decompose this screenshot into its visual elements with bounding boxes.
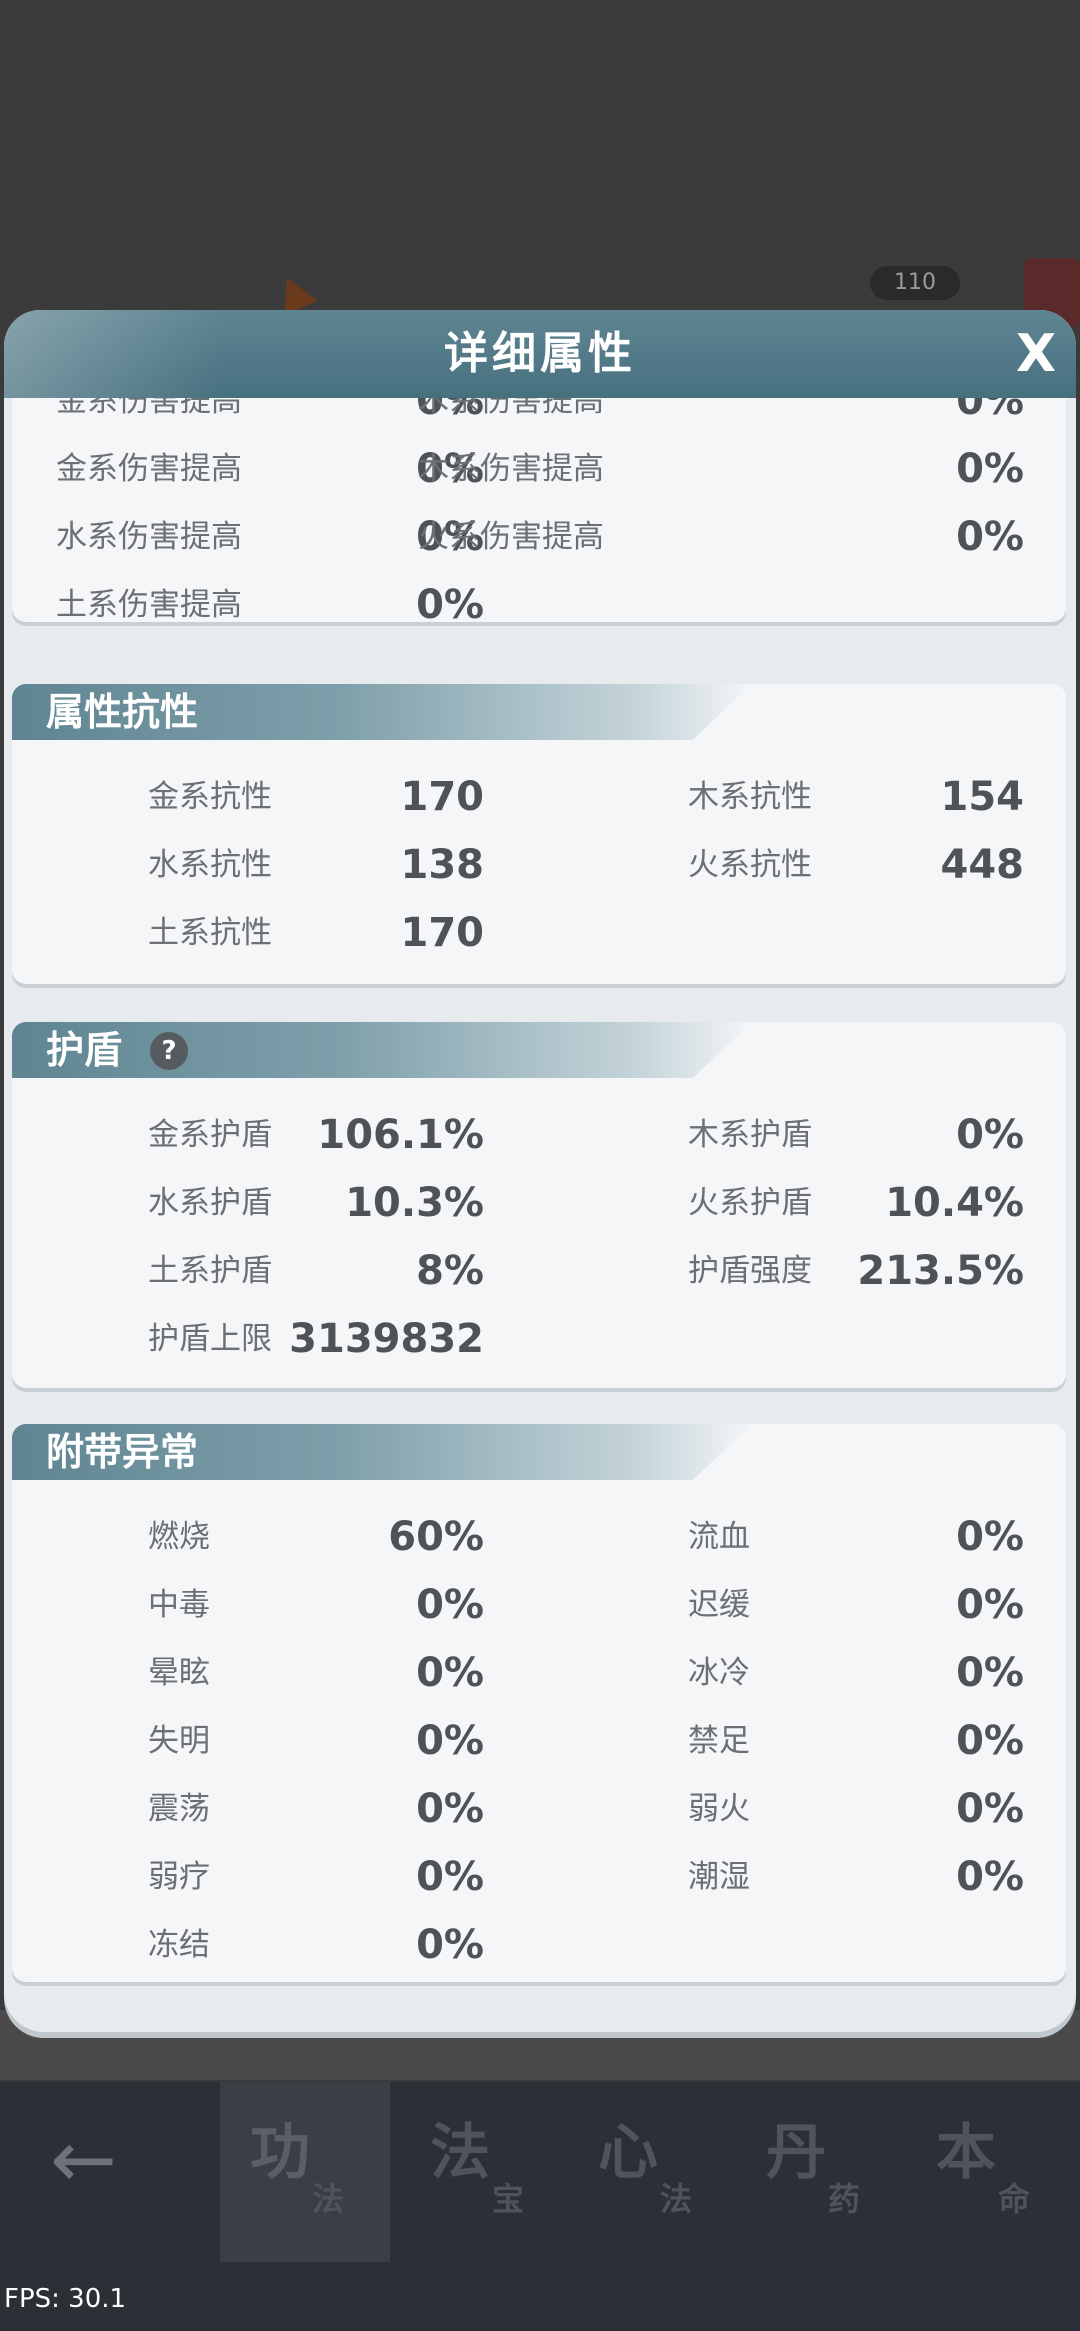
tab-xinfa[interactable]: 心 法 [568, 2082, 738, 2262]
stat-label: 金系伤害提高 [56, 398, 242, 419]
stat-label: 燃烧 [148, 1519, 210, 1555]
stat-value: 0% [956, 1514, 1024, 1560]
stat-label: 火系伤害提高 [418, 519, 604, 555]
stat-value: 10.3% [345, 1180, 484, 1226]
section-title: 护盾 [46, 1028, 123, 1072]
stat-value: 170 [400, 910, 485, 956]
stat-value: 10.4% [885, 1180, 1024, 1226]
close-button[interactable]: X [1004, 322, 1068, 386]
fps-counter: FPS: 30.1 [4, 2284, 127, 2314]
stat-value: 0% [956, 446, 1024, 492]
stat-value: 0% [416, 1582, 484, 1628]
stat-value: 138 [400, 842, 485, 888]
stat-value: 0% [416, 1650, 484, 1696]
back-arrow-icon[interactable]: ← [50, 2120, 140, 2200]
stat-value: 106.1% [317, 1112, 484, 1158]
stat-value: 154 [940, 774, 1025, 820]
section-header: 附带异常 [12, 1424, 752, 1480]
stat-label: 弱疗 [148, 1859, 210, 1895]
stat-value: 0% [416, 1854, 484, 1900]
stat-value: 0% [416, 582, 484, 628]
stat-value: 213.5% [857, 1248, 1024, 1294]
tab-label-sub: 法 [660, 2180, 693, 2218]
tab-danyao[interactable]: 丹 药 [736, 2082, 906, 2262]
stat-label: 流血 [688, 1519, 750, 1555]
tab-label-main: 本 [936, 2118, 996, 2188]
stat-label: 金系伤害提高 [56, 451, 242, 487]
stat-value: 0% [416, 1922, 484, 1968]
stat-value: 0% [416, 1786, 484, 1832]
tab-gongfa[interactable]: 功 法 [220, 2082, 390, 2262]
tab-label-sub: 宝 [492, 2180, 525, 2218]
section-title: 属性抗性 [46, 690, 199, 734]
stat-value: 0% [956, 1650, 1024, 1696]
section-header: 属性抗性 [12, 684, 752, 740]
stat-value: 0% [956, 1786, 1024, 1832]
tab-label-main: 法 [430, 2118, 490, 2188]
stat-label: 震荡 [148, 1791, 210, 1827]
stat-label: 木系伤害提高 [418, 451, 604, 487]
stat-label: 禁足 [688, 1723, 750, 1759]
shield-card: 护盾 ? 金系护盾 106.1% 木系护盾 0% 水系护盾 10.3% 火系护盾… [12, 1022, 1066, 1388]
stat-label: 冰冷 [688, 1655, 750, 1691]
tab-label-main: 功 [250, 2118, 310, 2188]
tab-label-sub: 药 [828, 2180, 861, 2218]
stat-value: 448 [940, 842, 1025, 888]
status-effects-card: 附带异常 燃烧 60% 流血 0% 中毒 0% 迟缓 0% 晕眩 0% 冰冷 0… [12, 1424, 1066, 1982]
stat-label: 潮湿 [688, 1859, 750, 1895]
section-title: 附带异常 [46, 1430, 199, 1474]
detail-attributes-dialog: 详细属性 X 金系伤害提高 0% 木系伤害提高 0% 金系伤害提高 0% 木系伤… [4, 310, 1076, 2032]
stat-value: 0% [956, 1112, 1024, 1158]
stat-value: 170 [400, 774, 485, 820]
dialog-title: 详细属性 [444, 328, 636, 379]
stat-label: 弱火 [688, 1791, 750, 1827]
stat-value: 3139832 [289, 1316, 484, 1362]
stat-value: 0% [956, 398, 1024, 424]
stat-label: 冻结 [148, 1927, 210, 1963]
stat-label: 晕眩 [148, 1655, 210, 1691]
stat-value: 60% [388, 1514, 484, 1560]
damage-boost-card: 金系伤害提高 0% 木系伤害提高 0% 金系伤害提高 0% 木系伤害提高 0% … [12, 398, 1066, 628]
stat-value: 0% [956, 1582, 1024, 1628]
stat-label: 土系伤害提高 [56, 587, 242, 623]
stat-value: 0% [956, 1854, 1024, 1900]
stat-label: 迟缓 [688, 1587, 750, 1623]
tab-label-sub: 命 [998, 2180, 1031, 2218]
help-icon[interactable]: ? [150, 1032, 188, 1070]
tab-label-main: 丹 [766, 2118, 826, 2188]
stat-label: 木系伤害提高 [418, 398, 604, 419]
attributes-scroll-area[interactable]: 金系伤害提高 0% 木系伤害提高 0% 金系伤害提高 0% 木系伤害提高 0% … [4, 398, 1076, 2028]
stat-value: 0% [416, 1718, 484, 1764]
stat-value: 0% [956, 1718, 1024, 1764]
level-badge: 110 [870, 266, 960, 300]
stat-label: 失明 [148, 1723, 210, 1759]
stat-value: 0% [956, 514, 1024, 560]
tab-benming[interactable]: 本 命 [906, 2082, 1076, 2262]
stat-label: 水系伤害提高 [56, 519, 242, 555]
stat-value: 8% [416, 1248, 484, 1294]
resistance-card: 属性抗性 金系抗性 170 木系抗性 154 水系抗性 138 火系抗性 448… [12, 684, 1066, 984]
tab-fabao[interactable]: 法 宝 [400, 2082, 570, 2262]
tab-label-sub: 法 [312, 2180, 345, 2218]
tab-label-main: 心 [598, 2118, 658, 2188]
stat-label: 中毒 [148, 1587, 210, 1623]
section-header: 护盾 ? [12, 1022, 752, 1078]
